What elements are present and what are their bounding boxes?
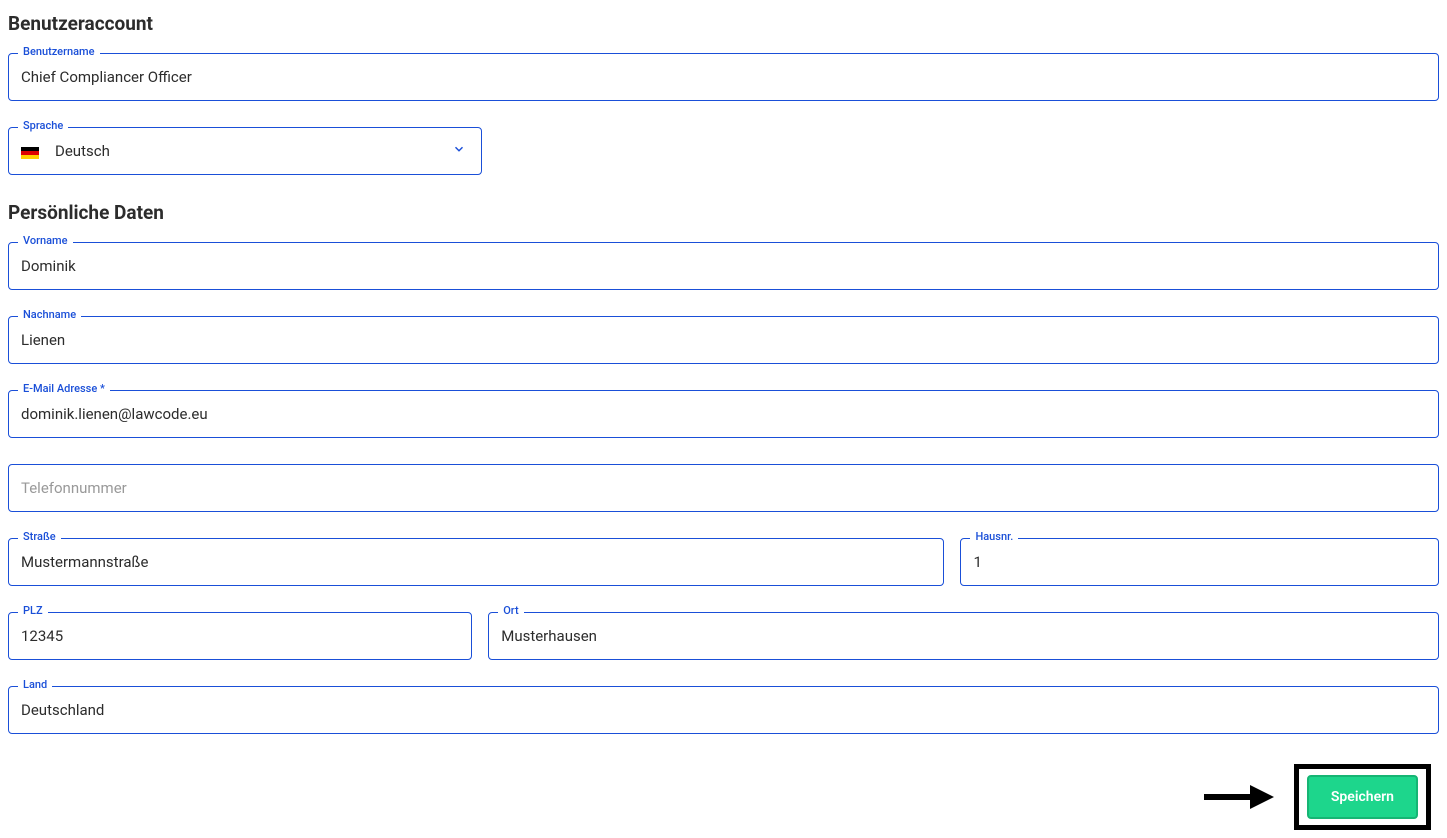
- country-field-group: Land: [8, 686, 1439, 734]
- email-label: E-Mail Adresse *: [18, 382, 110, 395]
- email-field-group: E-Mail Adresse *: [8, 390, 1439, 438]
- username-field-group: Benutzername: [8, 53, 1439, 101]
- germany-flag-icon: [21, 145, 39, 157]
- section-title-personal: Persönliche Daten: [8, 201, 1439, 224]
- phone-input[interactable]: [8, 464, 1439, 512]
- street-field-group: Straße: [8, 538, 944, 586]
- street-label: Straße: [18, 530, 61, 543]
- zip-label: PLZ: [18, 604, 48, 617]
- language-label: Sprache: [18, 119, 68, 132]
- city-input[interactable]: [488, 612, 1439, 660]
- language-value: Deutsch: [55, 142, 110, 160]
- firstname-input[interactable]: [8, 242, 1439, 290]
- save-button-highlight: Speichern: [1294, 764, 1431, 830]
- street-input[interactable]: [8, 538, 944, 586]
- zip-field-group: PLZ: [8, 612, 472, 660]
- arrow-annotation-icon: [1202, 783, 1274, 811]
- city-label: Ort: [498, 604, 523, 617]
- housenr-field-group: Hausnr.: [960, 538, 1439, 586]
- lastname-label: Nachname: [18, 308, 81, 321]
- country-label: Land: [18, 678, 52, 691]
- lastname-field-group: Nachname: [8, 316, 1439, 364]
- username-label: Benutzername: [18, 45, 100, 58]
- chevron-down-icon: [452, 142, 466, 160]
- country-input[interactable]: [8, 686, 1439, 734]
- button-row: Speichern: [8, 764, 1439, 830]
- phone-field-group: [8, 464, 1439, 512]
- username-input[interactable]: [8, 53, 1439, 101]
- email-input[interactable]: [8, 390, 1439, 438]
- housenr-label: Hausnr.: [970, 530, 1018, 543]
- city-field-group: Ort: [488, 612, 1439, 660]
- housenr-input[interactable]: [960, 538, 1439, 586]
- section-title-account: Benutzeraccount: [8, 12, 1439, 35]
- save-button[interactable]: Speichern: [1307, 775, 1418, 819]
- zip-input[interactable]: [8, 612, 472, 660]
- firstname-label: Vorname: [18, 234, 73, 247]
- lastname-input[interactable]: [8, 316, 1439, 364]
- language-select[interactable]: Deutsch: [8, 127, 482, 175]
- firstname-field-group: Vorname: [8, 242, 1439, 290]
- language-field-group: Sprache Deutsch: [8, 127, 482, 175]
